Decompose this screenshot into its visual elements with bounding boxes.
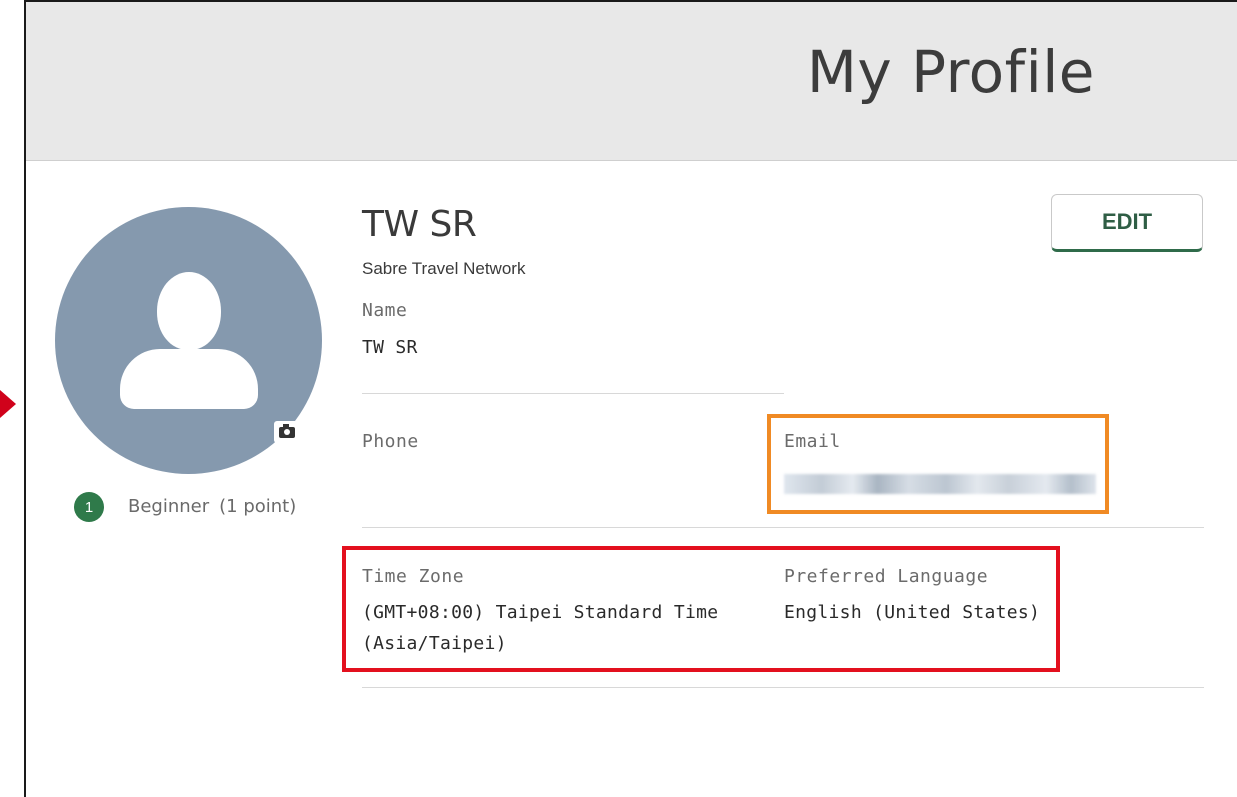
email-highlight-box [767,414,1109,514]
profile-header: My Profile [26,2,1237,161]
name-label: Name [362,300,408,321]
user-silhouette-body [120,349,258,409]
page-title: My Profile [806,38,1095,106]
divider [362,393,784,394]
camera-icon[interactable] [274,421,300,443]
company-name: Sabre Travel Network [362,259,526,278]
user-display-name: TW SR [362,204,477,245]
level-name: Beginner [128,496,210,517]
edit-button[interactable]: EDIT [1051,194,1203,252]
timezone-language-highlight-box [342,546,1060,672]
level-points: (1 point) [219,496,297,517]
level-badge: 1 [74,492,104,522]
name-value: TW SR [362,337,418,358]
divider [362,687,1204,688]
phone-label: Phone [362,431,419,452]
divider [362,527,1204,528]
user-silhouette-icon [157,272,221,350]
level-text: Beginner (1 point) [128,496,296,517]
annotation-arrow-icon [0,390,16,418]
